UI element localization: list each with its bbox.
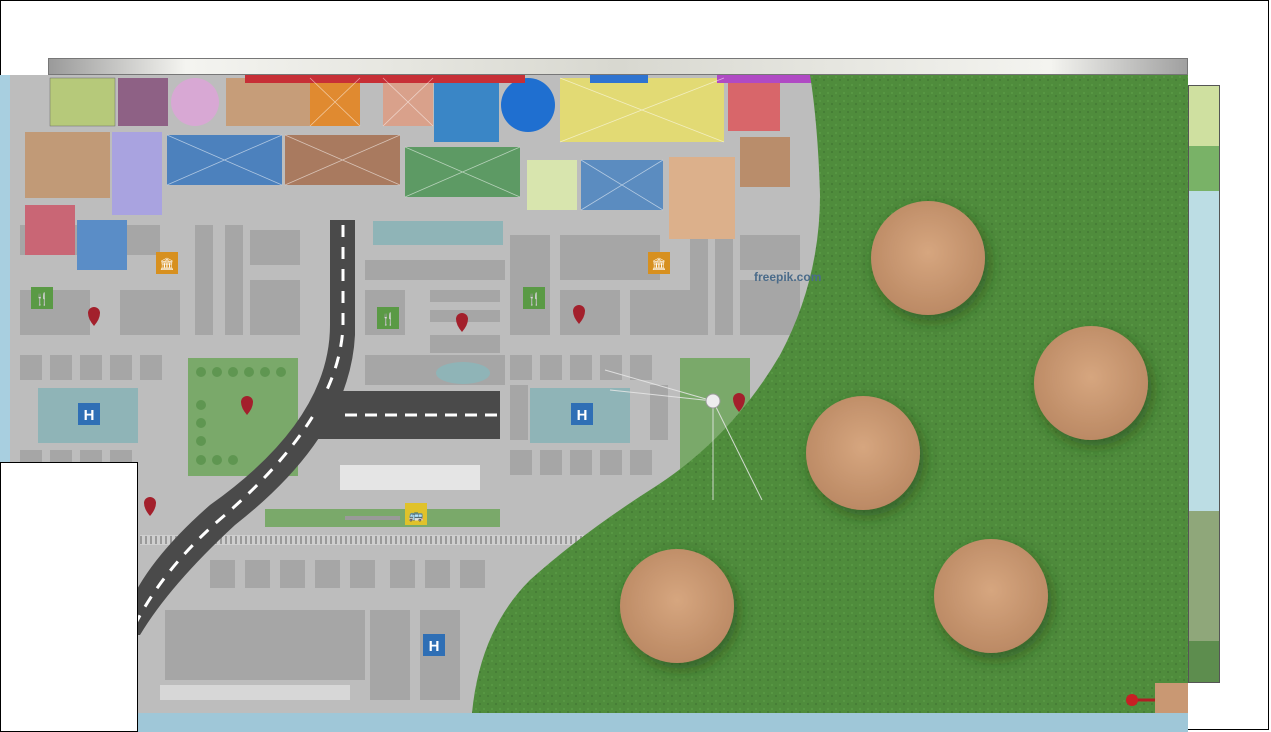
table-3	[806, 396, 920, 510]
lever-knob[interactable]	[1126, 694, 1138, 706]
hospital-icon: H	[577, 407, 588, 424]
goal-box	[1155, 683, 1188, 713]
bus-icon: 🚌	[409, 508, 424, 522]
table-2	[1034, 326, 1148, 440]
hospital-icon: H	[84, 407, 95, 424]
watermark-text: freepik.com	[754, 270, 822, 284]
plaza	[340, 465, 480, 490]
ball[interactable]	[705, 393, 721, 409]
table-1	[871, 201, 985, 315]
restaurant-icon: 🍴	[381, 312, 396, 326]
sidewalk	[160, 685, 350, 700]
fountain	[436, 362, 490, 384]
water-pool	[373, 221, 503, 245]
table-4	[620, 549, 734, 663]
median-bar	[345, 516, 400, 520]
right-edge-strip	[1188, 85, 1220, 683]
restaurant-icon: 🍴	[527, 292, 542, 306]
top-rail	[48, 58, 1188, 75]
play-board: H H H 🍴 🍴 🍴 🏛 🏛 🚌 freepik.com	[10, 75, 1188, 713]
restaurant-icon: 🍴	[35, 292, 50, 306]
museum-icon: 🏛	[651, 257, 666, 271]
museum-icon: 🏛	[159, 257, 174, 271]
hospital-icon: H	[429, 638, 440, 655]
bottom-left-panel	[0, 462, 138, 732]
bottom-edge-strip	[138, 713, 1188, 732]
table-5	[934, 539, 1048, 653]
